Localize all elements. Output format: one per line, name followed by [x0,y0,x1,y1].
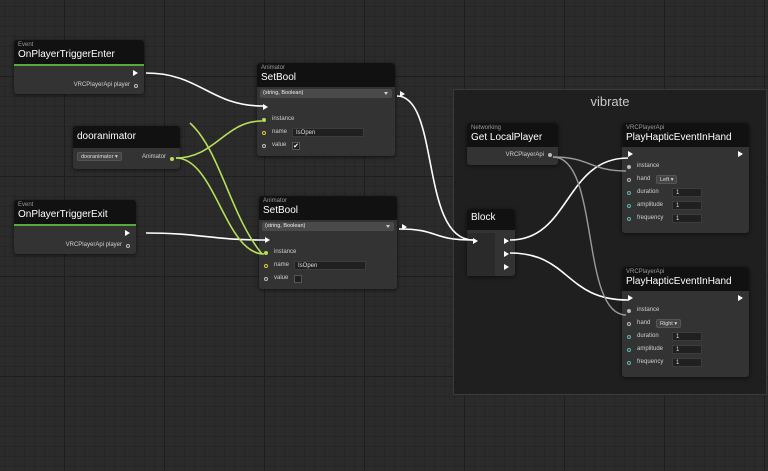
amplitude-field[interactable]: 1 [672,345,702,354]
amplitude-label: amplitude [637,346,664,352]
flow-out-port-3[interactable] [504,264,509,270]
name-field[interactable]: IsOpen [292,128,364,137]
animator-output-port[interactable] [170,157,174,161]
name-port[interactable] [262,131,266,135]
player-output-label: VRCPlayerApi [505,152,544,158]
name-field[interactable]: IsOpen [294,261,366,270]
hand-label: hand [637,320,651,326]
flow-in-port[interactable] [473,238,478,244]
animator-dropdown[interactable]: dooranimator ▾ [77,152,122,161]
name-label: name [274,262,290,268]
group-title: vibrate [590,94,630,109]
value-checkbox[interactable] [294,275,302,283]
duration-port[interactable] [627,191,631,195]
node-title: Get LocalPlayer [471,132,543,143]
node-title: PlayHapticEventInHand [626,276,732,287]
node-category: VRCPlayerApi [626,125,665,131]
flow-out-port[interactable] [400,91,405,97]
node-category: Event [18,42,34,48]
frequency-port[interactable] [627,361,631,365]
name-port[interactable] [264,264,268,268]
value-label: value [274,275,289,281]
frequency-field[interactable]: 1 [672,358,702,367]
frequency-port[interactable] [627,217,631,221]
player-output-label: VRCPlayerApi player [65,242,122,248]
hand-dropdown[interactable]: Left ▾ [656,175,678,184]
node-category: Animator [263,198,288,204]
node-block[interactable]: Block [467,209,515,276]
value-label: value [272,142,287,148]
node-category: Animator [261,65,286,71]
frequency-label: frequency [637,215,664,221]
flow-in-port[interactable] [265,237,270,243]
flow-out-port[interactable] [738,151,743,157]
hand-dropdown[interactable]: Right ▾ [656,319,682,328]
frequency-label: frequency [637,359,664,365]
node-title: Block [471,212,496,223]
player-output-label: VRCPlayerApi player [73,82,130,88]
flow-out-port-1[interactable] [504,238,509,244]
node-dooranimator[interactable]: dooranimator dooranimator ▾ Animator [73,126,180,169]
node-title: OnPlayerTriggerExit [18,209,108,220]
flow-out-port[interactable] [125,230,130,236]
node-setbool-2[interactable]: Animator SetBool (string, Boolean) insta… [259,196,407,289]
instance-label: instance [637,163,660,169]
flow-out-port[interactable] [133,70,138,76]
node-title: OnPlayerTriggerEnter [18,49,115,60]
duration-port[interactable] [627,335,631,339]
node-on-player-trigger-enter[interactable]: Event OnPlayerTriggerEnter VRCPlayerApi … [14,40,144,94]
node-title: PlayHapticEventInHand [626,132,732,143]
duration-field[interactable]: 1 [672,332,702,341]
node-category: Event [18,202,34,208]
amplitude-port[interactable] [627,348,631,352]
node-category: Networking [471,125,502,131]
flow-out-port[interactable] [402,224,407,230]
hand-port[interactable] [627,322,631,326]
instance-port[interactable] [264,251,268,255]
node-setbool-1[interactable]: Animator SetBool (string, Boolean) insta… [257,63,405,156]
frequency-field[interactable]: 1 [672,214,702,223]
node-play-haptic-left[interactable]: VRCPlayerApi PlayHapticEventInHand insta… [622,123,749,233]
amplitude-label: amplitude [637,202,664,208]
flow-in-port[interactable] [628,295,633,301]
value-checkbox[interactable]: ✔ [292,142,300,150]
player-output-port[interactable] [126,244,130,248]
node-title: SetBool [261,72,297,83]
instance-label: instance [274,249,297,255]
hand-port[interactable] [627,178,631,182]
duration-field[interactable]: 1 [672,188,702,197]
flow-in-port[interactable] [263,104,268,110]
node-category: VRCPlayerApi [626,269,665,275]
player-output-port[interactable] [134,84,138,88]
overload-select[interactable]: (string, Boolean) [262,222,394,231]
value-port[interactable] [264,277,268,281]
name-label: name [272,129,288,135]
node-get-local-player[interactable]: Networking Get LocalPlayer VRCPlayerApi [467,123,558,165]
node-title: SetBool [263,205,299,216]
instance-port[interactable] [627,165,631,169]
node-title: dooranimator [77,131,136,142]
duration-label: duration [637,189,659,195]
flow-out-port-2[interactable] [504,251,509,257]
flow-in-port[interactable] [628,151,633,157]
instance-port[interactable] [627,309,631,313]
animator-output-label: Animator [141,154,166,160]
instance-label: instance [272,116,295,122]
overload-select[interactable]: (string, Boolean) [260,89,392,98]
hand-label: hand [637,176,651,182]
instance-label: instance [637,307,660,313]
node-on-player-trigger-exit[interactable]: Event OnPlayerTriggerExit VRCPlayerApi p… [14,200,136,254]
duration-label: duration [637,333,659,339]
value-port[interactable] [262,144,266,148]
node-play-haptic-right[interactable]: VRCPlayerApi PlayHapticEventInHand insta… [622,267,749,377]
amplitude-field[interactable]: 1 [672,201,702,210]
player-output-port[interactable] [548,153,552,157]
amplitude-port[interactable] [627,204,631,208]
instance-port[interactable] [262,118,266,122]
flow-out-port[interactable] [738,295,743,301]
